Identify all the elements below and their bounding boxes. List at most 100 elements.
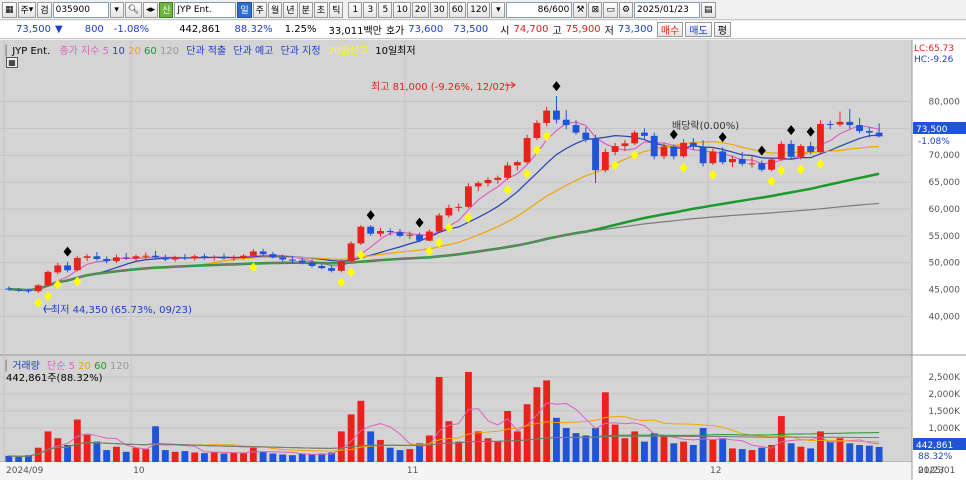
candle-body [807, 146, 815, 152]
volume-bar [406, 449, 414, 462]
volume-bar [132, 447, 140, 462]
candle-body [220, 256, 228, 259]
low-price: 73,300 [617, 24, 653, 35]
legend-item-2: 단과 예고 [233, 46, 274, 57]
candle-body [298, 260, 306, 263]
candle-body [347, 243, 355, 262]
volume-bar [93, 441, 101, 462]
data-count-field[interactable]: 86/600 [506, 1, 573, 18]
candle-body [308, 262, 316, 266]
volume-bar [269, 453, 277, 462]
chart-area[interactable]: 80,00075,00070,00065,00060,00055,00050,0… [0, 40, 966, 480]
period-month[interactable]: 월 [267, 1, 283, 18]
period-tick[interactable]: 틱 [329, 1, 344, 18]
volume-bar [220, 453, 228, 462]
sell-button[interactable]: 매도 [685, 22, 712, 37]
volume-bar [259, 451, 267, 462]
price-tick-label: 80,000 [929, 97, 961, 107]
period-minute[interactable]: 분 [298, 1, 313, 18]
plot-background [0, 40, 912, 480]
stock-name: JYP Ent. [177, 4, 212, 15]
stock-code-value: 035900 [55, 4, 90, 15]
candle-body [504, 165, 511, 178]
date-tick-label: 11 [407, 466, 418, 476]
interval-dropdown-button[interactable]: ▾ [491, 1, 506, 18]
search-mode-button[interactable]: 검 [37, 1, 52, 18]
volume-bar [641, 441, 648, 462]
data-count-value: 86 [537, 4, 550, 15]
calendar-icon[interactable]: ▤ [701, 1, 716, 18]
legend-item-3: 단과 지정 [280, 46, 321, 57]
interval-30[interactable]: 30 [430, 1, 448, 18]
tools-icon[interactable]: ⚒ [573, 1, 588, 18]
legend-ma60: 60 [144, 46, 157, 57]
low-label: 저 [604, 26, 614, 37]
volume-bar [689, 445, 697, 462]
data-count-total: /600 [549, 4, 570, 15]
date-field[interactable]: 2025/01/23 [634, 1, 701, 18]
period-day[interactable]: 일 [237, 1, 252, 18]
volume-bar [122, 451, 130, 462]
candle-body [709, 151, 717, 164]
hc-label: HC:-9.26 [914, 55, 954, 65]
candle-body [582, 132, 590, 140]
volume-bar [191, 452, 199, 462]
interval-20[interactable]: 20 [411, 1, 430, 18]
candle-body [367, 226, 375, 234]
candle-body [377, 231, 384, 234]
period-second[interactable]: 초 [313, 1, 329, 18]
search-icon[interactable]: 🔍︎ [124, 1, 143, 18]
volume-bar [73, 419, 81, 462]
chart-settings-icon[interactable]: ⊠ [588, 1, 603, 18]
dividend-annotation: 배당락(0.00%) [672, 120, 739, 132]
open-label: 시 [500, 26, 510, 37]
volume-bar [846, 443, 854, 462]
legend-item-10day-low: 10일최저 [375, 46, 416, 57]
interval-1[interactable]: 1 [348, 1, 363, 18]
volume-bar [719, 438, 727, 462]
interval-60[interactable]: 60 [448, 1, 467, 18]
candle-body [787, 143, 795, 157]
interval-10[interactable]: 10 [393, 1, 411, 18]
candle-body [93, 256, 101, 259]
ask-price-1: 73,600 [408, 24, 444, 35]
candle-body [396, 232, 404, 236]
credit-badge: 신 [159, 1, 174, 18]
candle-body [660, 146, 668, 157]
eval-button[interactable]: 평 [713, 22, 731, 37]
candle-body [689, 142, 697, 147]
candle-body [435, 215, 443, 232]
stock-code-input[interactable]: 035900 [52, 1, 109, 18]
candle-body [719, 151, 727, 163]
grid-toggle-icon[interactable]: ▦ [6, 57, 18, 68]
market-select[interactable]: 주 ▾ [17, 1, 37, 18]
legend-ma-title: 종가 지수 [59, 46, 100, 57]
interval-3[interactable]: 3 [363, 1, 378, 18]
candle-body [318, 265, 326, 269]
interval-120[interactable]: 120 [467, 1, 491, 18]
candle-body [142, 255, 150, 257]
interval-5[interactable]: 5 [378, 1, 393, 18]
layout-icon[interactable]: ▦ [2, 1, 17, 18]
candle-body [337, 261, 345, 271]
candle-body [289, 259, 296, 261]
candle-body [817, 124, 824, 152]
candle-body [592, 139, 599, 171]
volume-bar [435, 377, 443, 462]
candle-body [856, 125, 863, 132]
candle-body [455, 206, 463, 208]
volume-value: 442,861 [179, 24, 221, 35]
stock-dropdown-button[interactable]: ▾ [109, 1, 124, 18]
price-volume-chart[interactable]: 80,00075,00070,00065,00060,00055,00050,0… [0, 40, 966, 480]
volume-bar [377, 439, 384, 462]
prev-stock-icon[interactable]: ◂▸ [143, 1, 159, 18]
gear-icon[interactable]: ⚙ [618, 1, 634, 18]
layout-toggle-icon[interactable]: ▭ [603, 1, 618, 18]
volume-bar [553, 417, 560, 462]
candle-body [777, 143, 785, 160]
period-year[interactable]: 년 [283, 1, 298, 18]
candle-body [543, 110, 551, 123]
buy-button[interactable]: 매수 [656, 22, 684, 37]
period-week[interactable]: 주 [252, 1, 267, 18]
candle-body [641, 132, 648, 136]
